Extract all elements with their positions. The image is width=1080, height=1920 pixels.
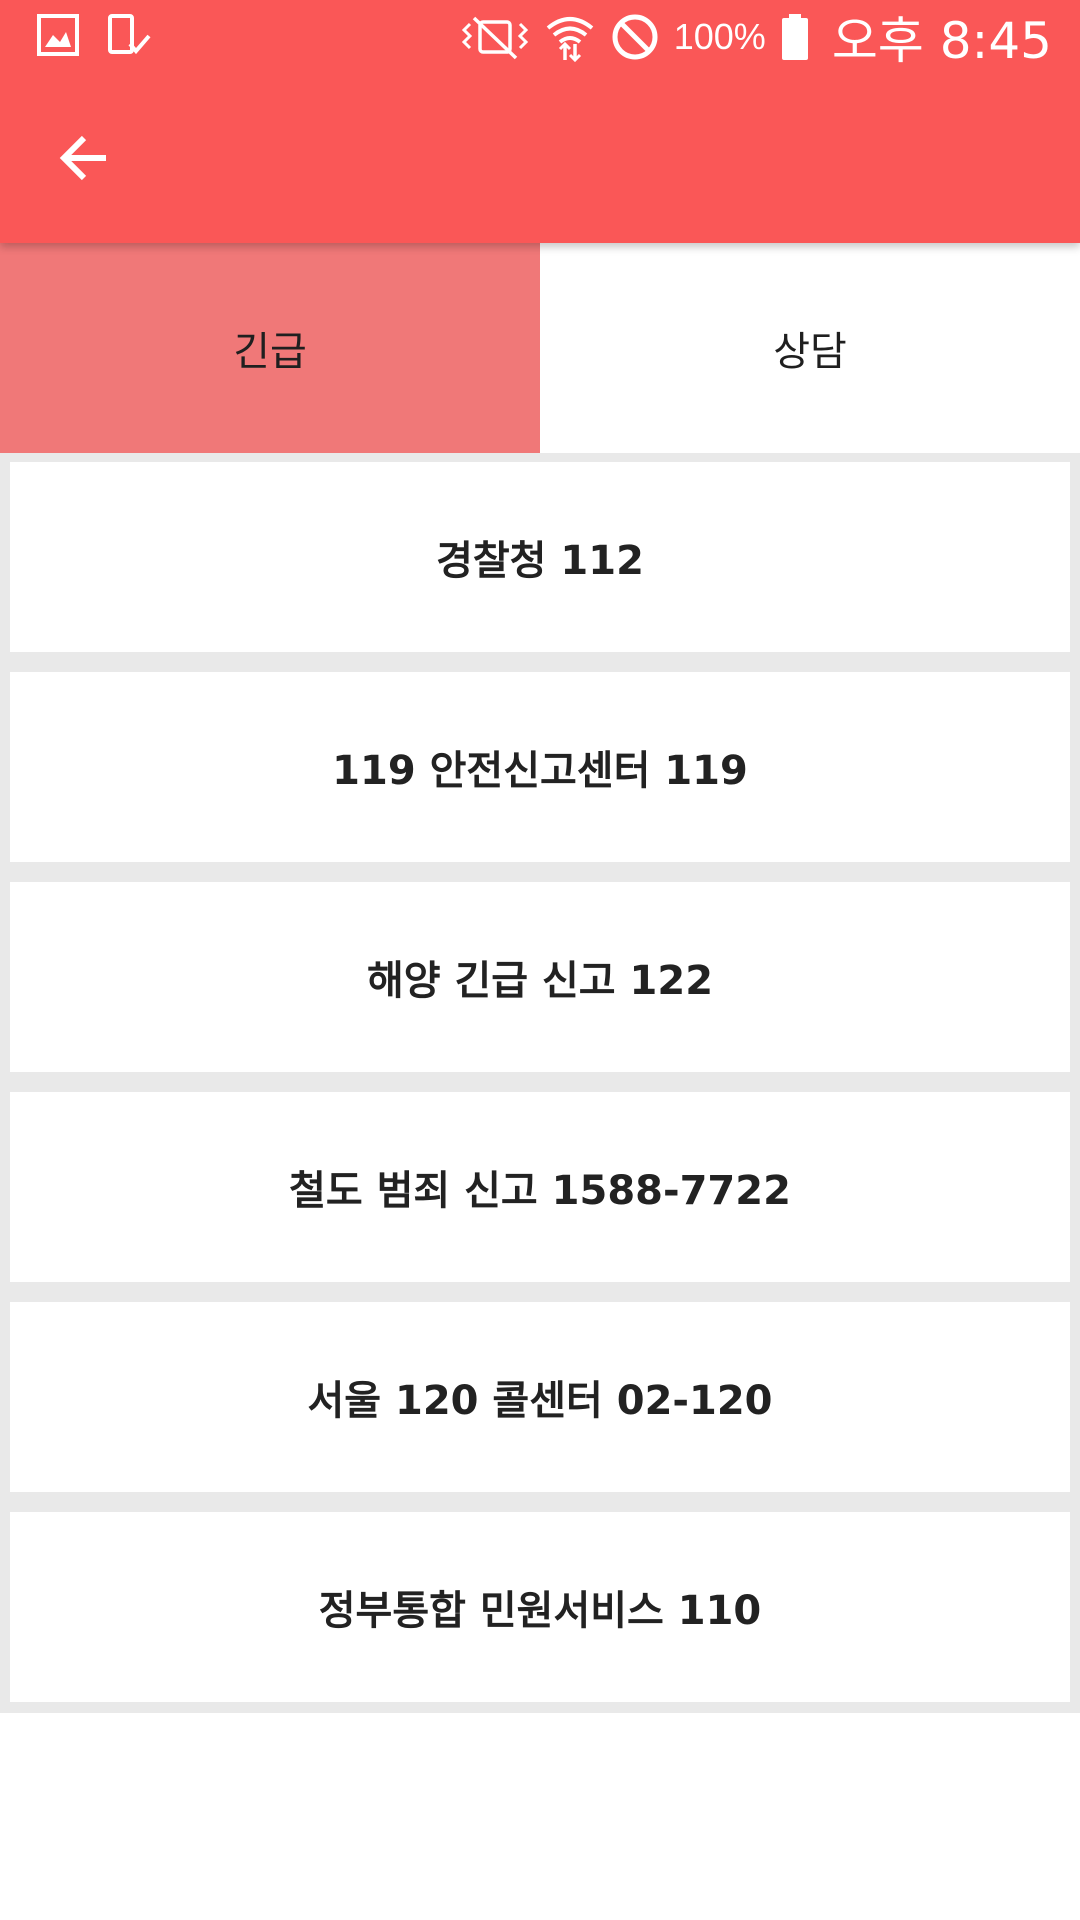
list-item-maritime[interactable]: 해양 긴급 신고 122 bbox=[10, 882, 1070, 1072]
status-left-icons bbox=[36, 12, 152, 58]
wifi-icon bbox=[544, 12, 596, 62]
list-item-gov-civil-service[interactable]: 정부통합 민원서비스 110 bbox=[10, 1512, 1070, 1702]
list-item-railway-crime[interactable]: 철도 범죄 신고 1588-7722 bbox=[10, 1092, 1070, 1282]
screenshot-icon bbox=[106, 12, 152, 58]
tab-consultation[interactable]: 상담 bbox=[540, 243, 1080, 453]
tab-bar: 긴급 상담 bbox=[0, 243, 1080, 453]
back-button[interactable] bbox=[42, 118, 126, 202]
arrow-left-icon bbox=[58, 132, 110, 188]
status-right-icons: 100% 오후 8:45 bbox=[460, 8, 1052, 70]
status-bar: 100% 오후 8:45 bbox=[0, 0, 1080, 72]
gallery-icon bbox=[36, 13, 80, 57]
vibrate-icon bbox=[460, 14, 530, 60]
status-clock: 오후 8:45 bbox=[831, 12, 1052, 70]
list-item-seoul-120[interactable]: 서울 120 콜센터 02-120 bbox=[10, 1302, 1070, 1492]
hotline-list: 경찰청 112 119 안전신고센터 119 해양 긴급 신고 122 철도 범… bbox=[0, 453, 1080, 1713]
list-item-119-safety[interactable]: 119 안전신고센터 119 bbox=[10, 672, 1070, 862]
list-item-police[interactable]: 경찰청 112 bbox=[10, 462, 1070, 652]
battery-percent: 100% bbox=[673, 16, 766, 57]
tab-emergency[interactable]: 긴급 bbox=[0, 243, 540, 453]
blocked-icon bbox=[610, 12, 660, 62]
battery-icon bbox=[780, 12, 810, 62]
app-header: 100% 오후 8:45 bbox=[0, 0, 1080, 243]
